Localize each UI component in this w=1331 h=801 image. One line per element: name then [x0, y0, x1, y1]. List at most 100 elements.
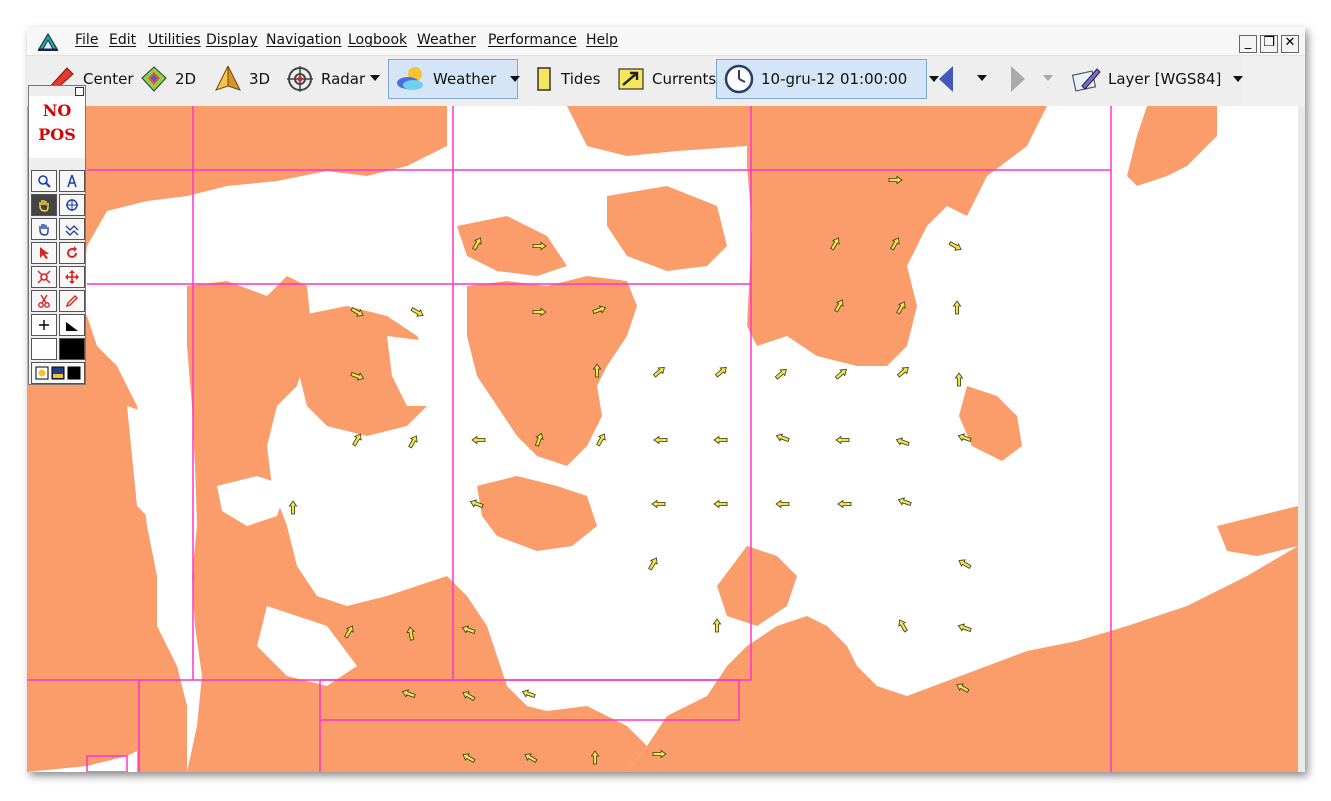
layer-label: Layer [WGS84]	[1108, 70, 1222, 88]
scissors-icon	[38, 294, 50, 308]
radar-icon	[287, 66, 313, 92]
crosshair-icon	[39, 320, 49, 330]
triangle-right-icon	[1011, 66, 1025, 92]
layer-selector[interactable]: Layer [WGS84]	[1064, 59, 1249, 99]
move-tool[interactable]	[59, 266, 85, 288]
draw-tool[interactable]	[59, 290, 85, 312]
menu-weather[interactable]: Weather	[417, 32, 476, 48]
wind-arrow	[471, 435, 486, 445]
menu-bar: File Edit Utilities Display Navigation L…	[27, 27, 1305, 56]
crosshair-tool[interactable]	[31, 314, 57, 336]
taskbar-strip	[27, 772, 1305, 801]
wind-arrow	[712, 618, 722, 633]
route-wave-icon	[65, 225, 79, 236]
wind-arrow	[652, 367, 665, 378]
divider-compass-icon	[67, 174, 77, 188]
view-2d-label: 2D	[175, 70, 197, 88]
weather-label: Weather	[433, 70, 497, 88]
menu-file[interactable]: File	[75, 32, 98, 48]
wind-arrow	[898, 619, 908, 633]
measure-tool[interactable]	[59, 314, 85, 336]
pencil-icon	[65, 295, 78, 308]
toolbar: Center 2D 3D Radar Weather Tides Current…	[27, 56, 1244, 106]
window-controls: _ ❐ ✕	[1239, 35, 1301, 53]
position-status: NO POS	[29, 96, 85, 158]
currents-arrow-icon	[618, 68, 644, 90]
day-palette-swatch[interactable]	[31, 338, 57, 360]
wind-arrow	[957, 623, 972, 633]
chevron-down-icon	[1043, 75, 1053, 81]
tool-palette: NO POS	[28, 85, 86, 385]
mark-tool[interactable]	[31, 266, 57, 288]
close-button[interactable]: ✕	[1281, 35, 1299, 53]
radar-dropdown-arrow[interactable]	[367, 70, 383, 86]
previous-step-button[interactable]	[933, 59, 959, 99]
crosshair-circle-icon	[66, 199, 78, 211]
menu-help[interactable]: Help	[586, 32, 618, 48]
menu-performance[interactable]: Performance	[488, 32, 577, 48]
tides-gauge-icon	[537, 67, 551, 91]
vertical-scrollbar[interactable]	[1298, 106, 1305, 772]
wind-arrow	[521, 689, 536, 699]
menu-utilities[interactable]: Utilities	[148, 32, 201, 48]
menu-edit[interactable]: Edit	[109, 32, 136, 48]
wind-arrow	[596, 433, 606, 447]
view-3d-label: 3D	[249, 70, 271, 88]
menu-logbook[interactable]: Logbook	[348, 32, 407, 48]
tides-button[interactable]: Tides	[527, 59, 606, 99]
wind-arrow	[713, 499, 728, 509]
pointer-arrow-icon	[40, 247, 49, 259]
nautical-chart[interactable]	[27, 106, 1298, 772]
weather-button[interactable]: Weather	[388, 59, 521, 99]
position-status-line2: POS	[38, 125, 76, 144]
radar-button[interactable]: Radar	[279, 59, 371, 99]
pan-tool[interactable]	[31, 194, 57, 216]
wind-arrow	[775, 433, 790, 443]
layer-pencil-icon	[1071, 68, 1101, 92]
wind-arrow	[713, 435, 728, 445]
night-palette-swatch[interactable]	[59, 338, 85, 360]
palette-close-button[interactable]	[75, 87, 84, 96]
wind-arrow	[952, 300, 962, 315]
wind-arrow	[897, 497, 912, 507]
wind-arrow	[834, 369, 847, 380]
pyramid-3d-icon	[215, 65, 241, 91]
wind-arrow	[408, 435, 418, 449]
grab-tool[interactable]	[31, 218, 57, 240]
menu-display[interactable]: Display	[206, 32, 258, 48]
chevron-down-icon	[510, 76, 521, 82]
wind-arrow	[410, 307, 424, 317]
next-dropdown-arrow[interactable]	[1040, 70, 1056, 86]
cut-tool[interactable]	[31, 290, 57, 312]
wind-arrow	[774, 369, 787, 380]
view-2d-button[interactable]: 2D	[133, 59, 202, 99]
chart-map-area[interactable]	[27, 106, 1298, 772]
next-step-button[interactable]	[1005, 59, 1031, 99]
restore-button[interactable]: ❐	[1260, 35, 1278, 53]
wind-arrow	[948, 241, 962, 251]
menu-navigation[interactable]: Navigation	[266, 32, 342, 48]
tides-label: Tides	[561, 70, 601, 88]
rotate-tool[interactable]	[59, 242, 85, 264]
center-label: Center	[83, 70, 134, 88]
center-target-tool[interactable]	[59, 194, 85, 216]
triangle-left-icon	[939, 66, 953, 92]
hand-pointer-icon	[39, 224, 49, 236]
select-tool[interactable]	[31, 242, 57, 264]
minimize-button[interactable]: _	[1239, 35, 1257, 53]
currents-button[interactable]: Currents	[610, 59, 722, 99]
display-mode-buttons[interactable]	[31, 362, 85, 384]
hand-icon	[39, 200, 49, 212]
wind-arrow	[835, 435, 850, 445]
wind-arrow	[651, 499, 666, 509]
compass-tool[interactable]	[59, 170, 85, 192]
mark-point-icon	[37, 270, 51, 284]
route-tool[interactable]	[59, 218, 85, 240]
zoom-tool[interactable]	[31, 170, 57, 192]
datetime-selector[interactable]: 10-gru-12 01:00:00	[716, 59, 940, 99]
view-3d-button[interactable]: 3D	[207, 59, 276, 99]
wind-arrow	[958, 559, 972, 569]
previous-dropdown-arrow[interactable]	[974, 70, 990, 86]
wind-arrow	[714, 367, 727, 378]
wind-arrow	[837, 499, 852, 509]
